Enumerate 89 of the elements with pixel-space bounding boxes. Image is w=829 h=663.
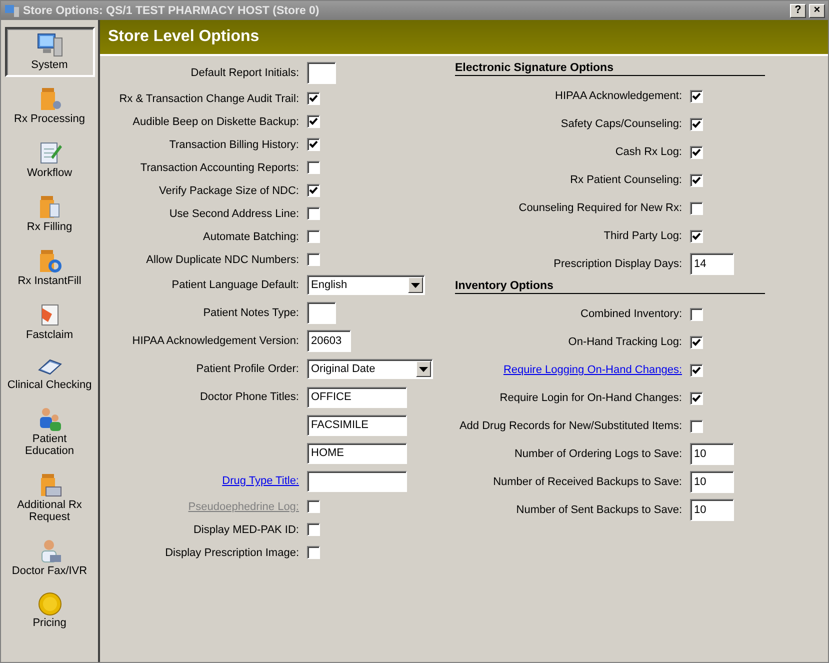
input-field[interactable]: HOME [307,442,407,464]
checkbox[interactable] [307,92,320,105]
input-field[interactable]: 10 [690,499,734,521]
option-label: Display MED-PAK ID: [193,524,299,536]
option-label: Display Prescription Image: [165,546,299,558]
input-field[interactable]: 10 [690,471,734,493]
sidebar-item[interactable]: Patient Education [4,401,94,463]
option-label: Patient Profile Order: [196,363,299,375]
checkbox[interactable] [690,230,703,242]
sidebar-item[interactable]: System [4,27,94,77]
input-field[interactable]: OFFICE [307,386,407,408]
input-field[interactable]: 14 [690,253,734,275]
caret-icon [419,366,428,372]
checkbox[interactable] [307,115,320,128]
help-button[interactable]: ? [790,4,806,18]
sidebar-item[interactable]: Doctor Fax/IVR [4,533,94,583]
sidebar-item[interactable]: Pricing [4,587,94,635]
checkbox[interactable] [307,230,320,243]
option-label: Counseling Required for New Rx: [518,202,682,214]
link[interactable]: Drug Type Title: [222,475,299,487]
option-label: Number of Sent Backups to Save: [516,504,682,516]
checkbox[interactable] [307,253,320,266]
input-field[interactable]: FACSIMILE [307,414,407,436]
checkbox[interactable] [690,336,703,348]
checkbox[interactable] [690,90,703,102]
checkbox[interactable] [307,138,320,151]
checkbox[interactable] [690,118,703,130]
dropdown[interactable]: Original Date [307,359,433,379]
option-label: On-Hand Tracking Log: [568,336,682,348]
option-label: Use Second Address Line: [169,208,299,220]
option-label: Number of Received Backups to Save: [493,476,682,488]
checkbox[interactable] [690,174,703,186]
link[interactable]: Require Logging On-Hand Changes: [503,364,682,376]
checkbox[interactable] [690,202,703,214]
checkbox[interactable] [690,420,703,432]
checkbox[interactable] [307,184,320,197]
checkbox[interactable] [307,546,320,559]
computer-icon [36,32,64,58]
option-label: Transaction Accounting Reports: [140,162,299,174]
option-label: Doctor Phone Titles: [200,391,299,403]
sidebar-item[interactable]: Rx Filling [4,189,94,239]
option-label: Patient Language Default: [172,279,299,291]
option-label: Rx & Transaction Change Audit Trail: [119,92,299,104]
checkbox[interactable] [307,207,320,220]
option-label: Add Drug Records for New/Substituted Items: [459,420,682,432]
option-label: HIPAA Acknowledgement Version: [132,335,299,347]
option-label: Require Login for On-Hand Changes: [500,392,682,404]
option-label: Cash Rx Log: [615,146,682,158]
sidebar-item[interactable]: Fastclaim [4,297,94,347]
sidebar-item[interactable]: Clinical Checking [4,351,94,397]
input-field[interactable] [307,62,336,84]
input-field[interactable]: 20603 [307,330,351,352]
checkbox[interactable] [690,308,703,320]
option-label: Safety Caps/Counseling: [560,118,682,130]
sidebar-item[interactable]: Workflow [4,135,94,185]
input-field[interactable] [307,302,336,324]
option-label: Patient Notes Type: [203,307,299,319]
input-field[interactable]: 10 [690,443,734,465]
option-label: Audible Beep on Diskette Backup: [132,116,299,128]
option-label: Automate Batching: [202,230,299,242]
option-label: Verify Package Size of NDC: [158,184,299,196]
app-icon [4,4,20,18]
sidebar-item[interactable]: Rx Processing [4,81,94,131]
option-label: Combined Inventory: [580,308,682,320]
option-label: Transaction Billing History: [169,138,299,150]
checkbox[interactable] [307,161,320,174]
sidebar-item[interactable]: Additional Rx Request [4,467,94,529]
input-field[interactable] [307,470,407,492]
option-label: Prescription Display Days: [554,258,682,270]
section-title: Electronic Signature Options [455,62,765,76]
close-button[interactable]: × [809,4,825,18]
option-label: HIPAA Acknowledgement: [555,90,682,102]
checkbox[interactable] [307,523,320,536]
checkbox[interactable] [690,364,703,376]
option-label: Rx Patient Counseling: [570,174,682,186]
option-label: Third Party Log: [604,230,682,242]
coin-icon [38,592,62,616]
dropdown[interactable]: English [307,275,425,295]
checkbox[interactable] [690,392,703,404]
link: Pseudoephedrine Log: [188,500,299,512]
checkbox[interactable] [690,146,703,158]
option-label: Default Report Initials: [190,67,299,79]
option-label: Number of Ordering Logs to Save: [514,448,682,460]
window-title: Store Options: QS/1 TEST PHARMACY HOST (Store 0) [23,4,320,16]
page-title: Store Level Options [108,28,260,46]
sidebar-item[interactable]: Rx InstantFill [4,243,94,293]
section-title: Inventory Options [455,280,765,294]
caret-icon [411,282,420,288]
option-label: Allow Duplicate NDC Numbers: [146,254,299,266]
